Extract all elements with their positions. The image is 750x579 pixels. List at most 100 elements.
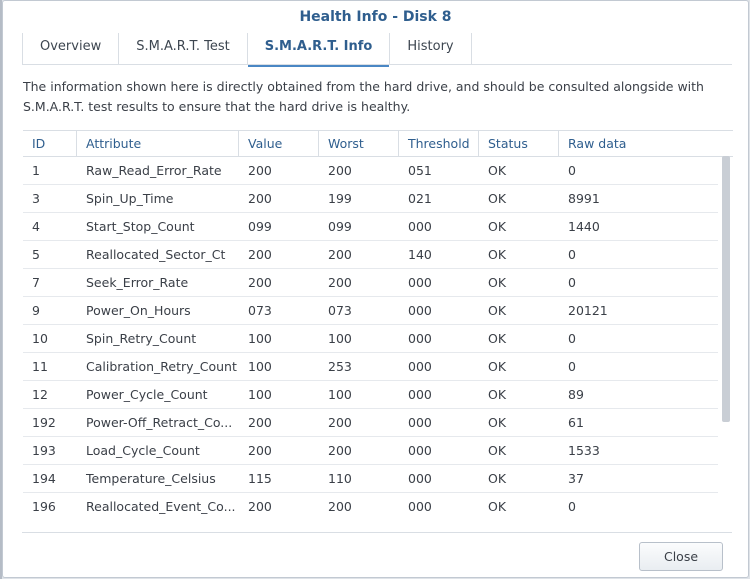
cell-id: 194 [32, 471, 56, 486]
column-header-status[interactable]: Status [479, 131, 559, 156]
cell-value: 200 [248, 443, 272, 458]
cell-threshold: 000 [408, 415, 432, 430]
cell-status: OK [488, 247, 507, 262]
cell-status: OK [488, 275, 507, 290]
cell-worst: 200 [328, 499, 352, 514]
cell-threshold: 000 [408, 359, 432, 374]
cell-worst: 199 [328, 191, 352, 206]
cell-value: 100 [248, 387, 272, 402]
footer-divider [22, 532, 732, 533]
cell-attribute: Power_On_Hours [86, 303, 191, 318]
cell-attribute: Reallocated_Event_Co... [86, 499, 236, 514]
cell-attribute: Load_Cycle_Count [86, 443, 200, 458]
tab-divider [22, 64, 732, 65]
cell-value: 073 [248, 303, 272, 318]
cell-raw-data: 0 [568, 331, 576, 346]
cell-value: 099 [248, 219, 272, 234]
cell-status: OK [488, 443, 507, 458]
column-header-worst[interactable]: Worst [319, 131, 399, 156]
cell-attribute: Start_Stop_Count [86, 219, 195, 234]
cell-threshold: 000 [408, 219, 432, 234]
cell-attribute: Spin_Up_Time [86, 191, 174, 206]
cell-raw-data: 0 [568, 163, 576, 178]
cell-value: 115 [248, 471, 272, 486]
cell-raw-data: 0 [568, 359, 576, 374]
cell-threshold: 000 [408, 499, 432, 514]
table-row[interactable]: 9 Power_On_Hours 073 073 000 OK 20121 [23, 297, 718, 325]
table-row[interactable]: 192 Power-Off_Retract_Co... 200 200 000 OK 61 [23, 409, 718, 437]
cell-threshold: 000 [408, 471, 432, 486]
cell-status: OK [488, 331, 507, 346]
cell-threshold: 000 [408, 443, 432, 458]
tab-smart-test[interactable]: S.M.A.R.T. Test [119, 33, 248, 64]
table-body: 1 Raw_Read_Error_Rate 200 200 051 OK 0 3 Spin_Up… [23, 157, 733, 520]
cell-worst: 100 [328, 387, 352, 402]
table-row[interactable]: 5 Reallocated_Sector_Ct 200 200 140 OK 0 [23, 241, 718, 269]
cell-worst: 200 [328, 247, 352, 262]
cell-attribute: Power-Off_Retract_Co... [86, 415, 233, 430]
table-row[interactable]: 3 Spin_Up_Time 200 199 021 OK 8991 [23, 185, 718, 213]
cell-value: 100 [248, 359, 272, 374]
cell-raw-data: 0 [568, 499, 576, 514]
table-row[interactable]: 193 Load_Cycle_Count 200 200 000 OK 1533 [23, 437, 718, 465]
cell-attribute: Calibration_Retry_Count [86, 359, 237, 374]
cell-status: OK [488, 415, 507, 430]
cell-status: OK [488, 303, 507, 318]
cell-id: 10 [32, 331, 48, 346]
table-row[interactable]: 10 Spin_Retry_Count 100 100 000 OK 0 [23, 325, 718, 353]
cell-raw-data: 37 [568, 471, 584, 486]
cell-id: 5 [32, 247, 40, 262]
tab-history[interactable]: History [390, 33, 472, 64]
cell-raw-data: 1533 [568, 443, 600, 458]
table-row[interactable]: 11 Calibration_Retry_Count 100 253 000 OK 0 [23, 353, 718, 381]
cell-threshold: 140 [408, 247, 432, 262]
cell-value: 200 [248, 499, 272, 514]
cell-id: 3 [32, 191, 40, 206]
table-row[interactable]: 12 Power_Cycle_Count 100 100 000 OK 89 [23, 381, 718, 409]
cell-worst: 110 [328, 471, 352, 486]
close-button[interactable]: Close [639, 542, 723, 571]
cell-raw-data: 89 [568, 387, 584, 402]
cell-attribute: Temperature_Celsius [86, 471, 216, 486]
table-row[interactable]: 1 Raw_Read_Error_Rate 200 200 051 OK 0 [23, 157, 718, 185]
cell-raw-data: 61 [568, 415, 584, 430]
cell-status: OK [488, 219, 507, 234]
column-header-value[interactable]: Value [239, 131, 319, 156]
column-header-id[interactable]: ID [23, 131, 77, 156]
cell-status: OK [488, 471, 507, 486]
cell-threshold: 000 [408, 303, 432, 318]
cell-worst: 073 [328, 303, 352, 318]
table-row[interactable]: 7 Seek_Error_Rate 200 200 000 OK 0 [23, 269, 718, 297]
cell-status: OK [488, 499, 507, 514]
cell-value: 200 [248, 275, 272, 290]
cell-raw-data: 0 [568, 247, 576, 262]
column-header-threshold[interactable]: Threshold [399, 131, 479, 156]
cell-value: 200 [248, 415, 272, 430]
smart-attributes-table: ID Attribute Value Worst Threshold Statu… [23, 130, 733, 520]
tab-smart-info[interactable]: S.M.A.R.T. Info [247, 33, 391, 67]
cell-worst: 200 [328, 163, 352, 178]
cell-id: 4 [32, 219, 40, 234]
column-header-raw-data[interactable]: Raw data [559, 131, 718, 156]
tab-bar: Overview S.M.A.R.T. Test S.M.A.R.T. Info… [22, 33, 472, 67]
cell-worst: 099 [328, 219, 352, 234]
column-header-attribute[interactable]: Attribute [77, 131, 239, 156]
description-text: The information shown here is directly o… [23, 79, 704, 114]
cell-worst: 200 [328, 443, 352, 458]
tab-overview[interactable]: Overview [22, 33, 120, 64]
cell-worst: 253 [328, 359, 352, 374]
table-scrollbar[interactable] [722, 156, 730, 422]
cell-id: 1 [32, 163, 40, 178]
cell-value: 100 [248, 331, 272, 346]
table-row[interactable]: 196 Reallocated_Event_Co... 200 200 000 OK 0 [23, 493, 718, 520]
table-row[interactable]: 4 Start_Stop_Count 099 099 000 OK 1440 [23, 213, 718, 241]
cell-id: 11 [32, 359, 48, 374]
cell-id: 7 [32, 275, 40, 290]
cell-threshold: 051 [408, 163, 432, 178]
cell-threshold: 000 [408, 387, 432, 402]
cell-raw-data: 1440 [568, 219, 600, 234]
table-row[interactable]: 194 Temperature_Celsius 115 110 000 OK 37 [23, 465, 718, 493]
cell-attribute: Raw_Read_Error_Rate [86, 163, 222, 178]
cell-raw-data: 8991 [568, 191, 600, 206]
cell-worst: 200 [328, 415, 352, 430]
